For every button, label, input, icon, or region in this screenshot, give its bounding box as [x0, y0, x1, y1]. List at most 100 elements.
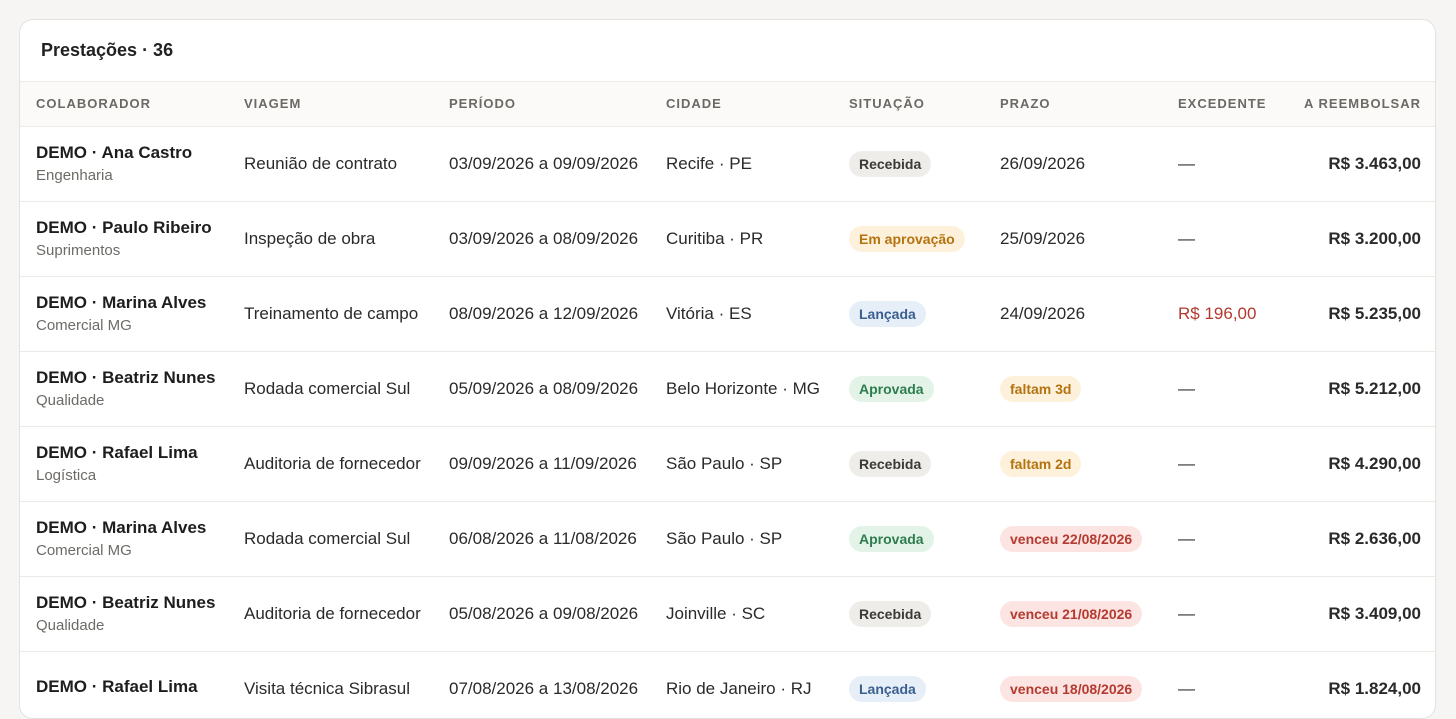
- employee-cell: DEMO · Rafael Lima Logística: [20, 426, 244, 502]
- employee-name[interactable]: DEMO · Beatriz Nunes: [36, 368, 244, 388]
- status-cell: Recebida: [849, 126, 1000, 202]
- period-cell: 03/09/2026 a 09/09/2026: [449, 126, 666, 202]
- employee-department: Qualidade: [36, 617, 105, 634]
- period-cell: 05/08/2026 a 09/08/2026: [449, 576, 666, 652]
- employee-name[interactable]: DEMO · Marina Alves: [36, 293, 244, 313]
- employee-department: Comercial MG: [36, 317, 132, 334]
- excess-value: —: [1178, 453, 1195, 473]
- deadline-cell: venceu 22/08/2026: [1000, 501, 1178, 577]
- deadline-badge: venceu 21/08/2026: [1000, 600, 1143, 627]
- trip-cell: Auditoria de fornecedor: [244, 426, 449, 502]
- period-cell: 08/09/2026 a 12/09/2026: [449, 276, 666, 352]
- city-cell: Rio de Janeiro · RJ: [666, 651, 849, 718]
- column-header-period[interactable]: PERÍODO: [449, 82, 666, 127]
- period-cell: 06/08/2026 a 11/08/2026: [449, 501, 666, 577]
- excess-value: —: [1178, 603, 1195, 623]
- excess-cell: —: [1178, 426, 1294, 502]
- reimburse-amount: R$ 1.824,00: [1328, 678, 1421, 698]
- column-header-city[interactable]: CIDADE: [666, 82, 849, 127]
- column-header-excess[interactable]: EXCEDENTE: [1178, 82, 1294, 127]
- employee-cell: DEMO · Beatriz Nunes Qualidade: [20, 351, 244, 427]
- reimburse-cell: R$ 1.824,00: [1294, 651, 1435, 718]
- status-badge: Recebida: [849, 600, 932, 627]
- table-header-row: COLABORADOR VIAGEM PERÍODO CIDADE SITUAÇ…: [20, 82, 1435, 127]
- excess-cell: —: [1178, 351, 1294, 427]
- status-cell: Recebida: [849, 426, 1000, 502]
- deadline-badge: venceu 22/08/2026: [1000, 525, 1143, 552]
- reimburse-cell: R$ 4.290,00: [1294, 426, 1435, 502]
- reimburse-amount: R$ 3.409,00: [1328, 603, 1421, 623]
- deadline-text: 25/09/2026: [1000, 228, 1086, 248]
- status-badge: Aprovada: [849, 375, 934, 402]
- employee-cell: DEMO · Ana Castro Engenharia: [20, 126, 244, 202]
- deadline-badge: venceu 18/08/2026: [1000, 675, 1143, 702]
- city-cell: Curitiba · PR: [666, 201, 849, 277]
- employee-name[interactable]: DEMO · Rafael Lima: [36, 677, 244, 697]
- expense-reports-card: Prestações · 36 COLABORADOR VIAGEM PERÍO…: [19, 19, 1436, 719]
- column-header-status[interactable]: SITUAÇÃO: [849, 82, 1000, 127]
- employee-cell: DEMO · Rafael Lima: [20, 651, 244, 718]
- card-title: Prestações · 36: [41, 40, 174, 60]
- reimburse-amount: R$ 5.212,00: [1328, 378, 1421, 398]
- deadline-cell: 26/09/2026: [1000, 126, 1178, 202]
- excess-cell: —: [1178, 201, 1294, 277]
- column-header-deadline[interactable]: PRAZO: [1000, 82, 1178, 127]
- employee-name[interactable]: DEMO · Paulo Ribeiro: [36, 218, 244, 238]
- deadline-cell: faltam 2d: [1000, 426, 1178, 502]
- reimburse-amount: R$ 3.200,00: [1328, 228, 1421, 248]
- table-row[interactable]: DEMO · Paulo Ribeiro Suprimentos Inspeçã…: [20, 201, 1435, 277]
- employee-cell: DEMO · Marina Alves Comercial MG: [20, 276, 244, 352]
- period-cell: 07/08/2026 a 13/08/2026: [449, 651, 666, 718]
- employee-name[interactable]: DEMO · Ana Castro: [36, 143, 244, 163]
- excess-value: —: [1178, 153, 1195, 173]
- trip-cell: Inspeção de obra: [244, 201, 449, 277]
- employee-department: Qualidade: [36, 392, 105, 409]
- trip-cell: Treinamento de campo: [244, 276, 449, 352]
- reimburse-cell: R$ 5.212,00: [1294, 351, 1435, 427]
- status-cell: Em aprovação: [849, 201, 1000, 277]
- employee-department: Comercial MG: [36, 542, 132, 559]
- status-cell: Lançada: [849, 276, 1000, 352]
- column-header-employee[interactable]: COLABORADOR: [20, 82, 244, 127]
- city-cell: Vitória · ES: [666, 276, 849, 352]
- table-row[interactable]: DEMO · Ana Castro Engenharia Reunião de …: [20, 126, 1435, 202]
- employee-department: Logística: [36, 467, 97, 484]
- city-cell: São Paulo · SP: [666, 501, 849, 577]
- period-cell: 09/09/2026 a 11/09/2026: [449, 426, 666, 502]
- reimburse-cell: R$ 3.409,00: [1294, 576, 1435, 652]
- city-cell: Belo Horizonte · MG: [666, 351, 849, 427]
- table-row[interactable]: DEMO · Marina Alves Comercial MG Treinam…: [20, 276, 1435, 352]
- employee-name[interactable]: DEMO · Beatriz Nunes: [36, 593, 244, 613]
- deadline-badge: faltam 2d: [1000, 450, 1082, 477]
- status-cell: Recebida: [849, 576, 1000, 652]
- reimburse-cell: R$ 3.200,00: [1294, 201, 1435, 277]
- deadline-cell: 24/09/2026: [1000, 276, 1178, 352]
- deadline-cell: 25/09/2026: [1000, 201, 1178, 277]
- table-row[interactable]: DEMO · Beatriz Nunes Qualidade Rodada co…: [20, 351, 1435, 427]
- expense-reports-table: COLABORADOR VIAGEM PERÍODO CIDADE SITUAÇ…: [20, 82, 1435, 718]
- deadline-text: 24/09/2026: [1000, 303, 1086, 323]
- employee-name[interactable]: DEMO · Marina Alves: [36, 518, 244, 538]
- status-badge: Aprovada: [849, 525, 934, 552]
- excess-value: R$ 196,00: [1178, 303, 1257, 323]
- city-cell: Recife · PE: [666, 126, 849, 202]
- employee-cell: DEMO · Beatriz Nunes Qualidade: [20, 576, 244, 652]
- excess-cell: —: [1178, 501, 1294, 577]
- table-row[interactable]: DEMO · Beatriz Nunes Qualidade Auditoria…: [20, 576, 1435, 652]
- status-badge: Recebida: [849, 450, 932, 477]
- column-header-trip[interactable]: VIAGEM: [244, 82, 449, 127]
- column-header-reimburse[interactable]: A REEMBOLSAR: [1294, 82, 1435, 127]
- status-cell: Aprovada: [849, 501, 1000, 577]
- employee-name[interactable]: DEMO · Rafael Lima: [36, 443, 244, 463]
- employee-department: Engenharia: [36, 167, 113, 184]
- table-row[interactable]: DEMO · Rafael Lima Visita técnica Sibras…: [20, 651, 1435, 718]
- reimburse-amount: R$ 4.290,00: [1328, 453, 1421, 473]
- employee-department: Suprimentos: [36, 242, 121, 259]
- excess-value: —: [1178, 678, 1195, 698]
- trip-cell: Auditoria de fornecedor: [244, 576, 449, 652]
- trip-cell: Reunião de contrato: [244, 126, 449, 202]
- table-row[interactable]: DEMO · Marina Alves Comercial MG Rodada …: [20, 501, 1435, 577]
- reimburse-amount: R$ 3.463,00: [1328, 153, 1421, 173]
- status-cell: Aprovada: [849, 351, 1000, 427]
- table-row[interactable]: DEMO · Rafael Lima Logística Auditoria d…: [20, 426, 1435, 502]
